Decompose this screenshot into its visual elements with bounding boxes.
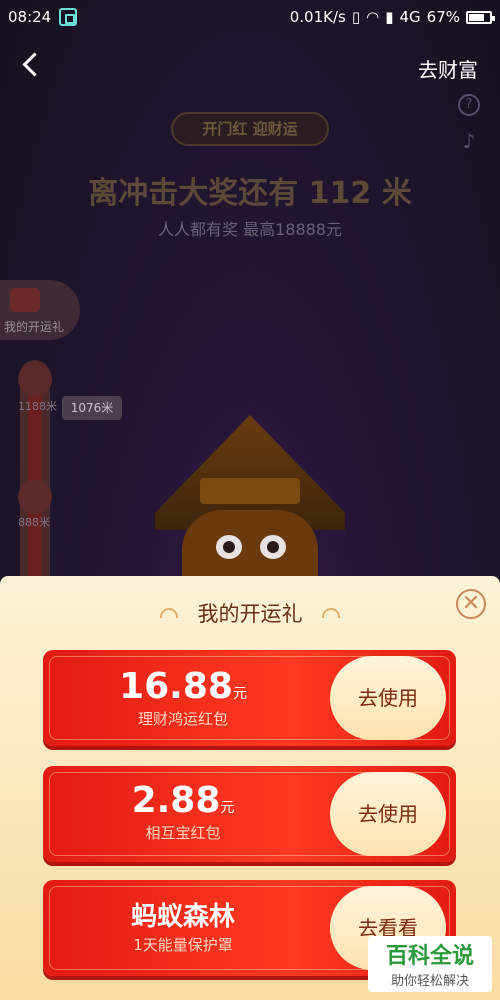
milestone-node-2[interactable]: [18, 480, 52, 514]
watermark-subtitle: 助你轻松解决: [390, 974, 469, 989]
mascot-eye-left: [216, 535, 242, 559]
event-subline: 人人都有奖 最高18888元: [158, 220, 342, 239]
mascot-hat-band: [200, 478, 300, 504]
close-icon[interactable]: ✕: [456, 589, 486, 619]
card-amount-value: 蚂蚁森林: [130, 902, 235, 932]
status-time: 08:24: [8, 8, 52, 26]
status-bar: 08:24 0.01K/s ▯ ◠ ▮ 4G 67%: [0, 0, 500, 34]
card-amount: 16.88元: [53, 666, 313, 707]
card-amount: 2.88元: [53, 780, 313, 821]
card-amount-unit: 元: [220, 800, 235, 816]
my-gift-entry[interactable]: 我的开运礼: [0, 280, 80, 340]
wifi-icon: ◠: [366, 8, 380, 26]
event-tag: 开门红 迎财运: [171, 112, 329, 146]
milestone-node-1[interactable]: [18, 362, 52, 396]
card-amount-value: 2.88: [131, 780, 221, 821]
card-amount-unit: 元: [232, 686, 247, 702]
mascot-eye-right: [260, 535, 286, 559]
status-right: 0.01K/s ▯ ◠ ▮ 4G 67%: [289, 8, 495, 26]
screen: 08:24 0.01K/s ▯ ◠ ▮ 4G 67% 去财富 ? ♪ 开门红 迎…: [0, 0, 500, 1000]
go-wealth-link[interactable]: 去财富: [418, 54, 478, 83]
back-chevron-icon[interactable]: [18, 50, 48, 80]
card-description: 1天能量保护罩: [133, 936, 233, 954]
gift-card: 2.88元 相互宝红包 去使用: [43, 766, 456, 862]
use-button[interactable]: 去使用: [330, 772, 446, 856]
battery-percent: 67%: [426, 8, 460, 26]
card-description: 相互宝红包: [145, 824, 221, 842]
vibrate-icon: ▯: [351, 8, 361, 26]
network-speed: 0.01K/s: [289, 8, 346, 26]
event-headline: 离冲击大奖还有 112 米: [88, 176, 412, 211]
milestone-label-2: 888米: [18, 516, 50, 529]
current-distance-bubble: 1076米: [62, 396, 122, 420]
card-description: 理财鸿运红包: [137, 710, 228, 728]
watermark-logo: 百科全说 助你轻松解决: [368, 936, 492, 992]
music-note-icon[interactable]: ♪: [458, 131, 480, 154]
gift-card: 16.88元 理财鸿运红包 去使用: [43, 650, 456, 746]
card-amount: 蚂蚁森林: [53, 896, 313, 933]
sheet-title: 我的开运礼: [197, 602, 303, 626]
help-icon[interactable]: ?: [458, 94, 480, 116]
signal-icon: ▮: [385, 8, 394, 26]
screenshot-icon: [59, 8, 78, 26]
milestone-label-1: 1188米: [18, 400, 57, 413]
gift-label: 我的开运礼: [4, 320, 65, 334]
gift-box-icon: [10, 288, 40, 312]
battery-icon: [466, 10, 495, 24]
card-amount-value: 16.88: [119, 666, 233, 707]
watermark-title: 百科全说: [385, 944, 474, 969]
network-type: 4G: [399, 8, 421, 26]
use-button[interactable]: 去使用: [330, 656, 446, 740]
